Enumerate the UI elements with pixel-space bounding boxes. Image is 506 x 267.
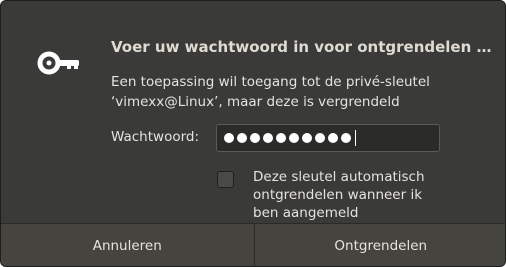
cancel-button[interactable]: Annuleren <box>1 224 254 266</box>
password-mask-dot <box>276 133 286 143</box>
password-mask-dot <box>341 133 351 143</box>
password-mask-dot <box>224 133 234 143</box>
dialog-description: Een toepassing wil toegang tot de privé-… <box>111 72 430 112</box>
text-caret <box>355 130 356 146</box>
password-mask-dot <box>328 133 338 143</box>
auto-unlock-label-line: Deze sleutel automatisch <box>253 169 425 185</box>
password-label: Wachtwoord: <box>111 129 200 145</box>
password-mask-dot <box>263 133 273 143</box>
password-mask-dot <box>302 133 312 143</box>
password-mask-dot <box>250 133 260 143</box>
password-mask-dot <box>237 133 247 143</box>
password-mask-dot <box>315 133 325 143</box>
unlock-button[interactable]: Ontgrendelen <box>254 224 505 266</box>
auto-unlock-label-line: ben aangemeld <box>253 205 359 221</box>
key-icon <box>37 51 79 75</box>
password-mask-dot <box>289 133 299 143</box>
dialog-button-bar: Annuleren Ontgrendelen <box>1 223 505 266</box>
auto-unlock-checkbox[interactable] <box>217 171 234 188</box>
dialog-title: Voer uw wachtwoord in voor ontgrendelen … <box>111 38 492 56</box>
description-line: ‘vimexx@Linux’, maar deze is vergrendeld <box>111 94 400 110</box>
password-input[interactable] <box>216 124 440 152</box>
auto-unlock-label[interactable]: Deze sleutel automatisch ontgrendelen wa… <box>253 168 425 222</box>
auto-unlock-label-line: ontgrendelen wanneer ik <box>253 187 423 203</box>
unlock-dialog: Voer uw wachtwoord in voor ontgrendelen … <box>0 0 506 267</box>
description-line: Een toepassing wil toegang tot de privé-… <box>111 74 430 90</box>
